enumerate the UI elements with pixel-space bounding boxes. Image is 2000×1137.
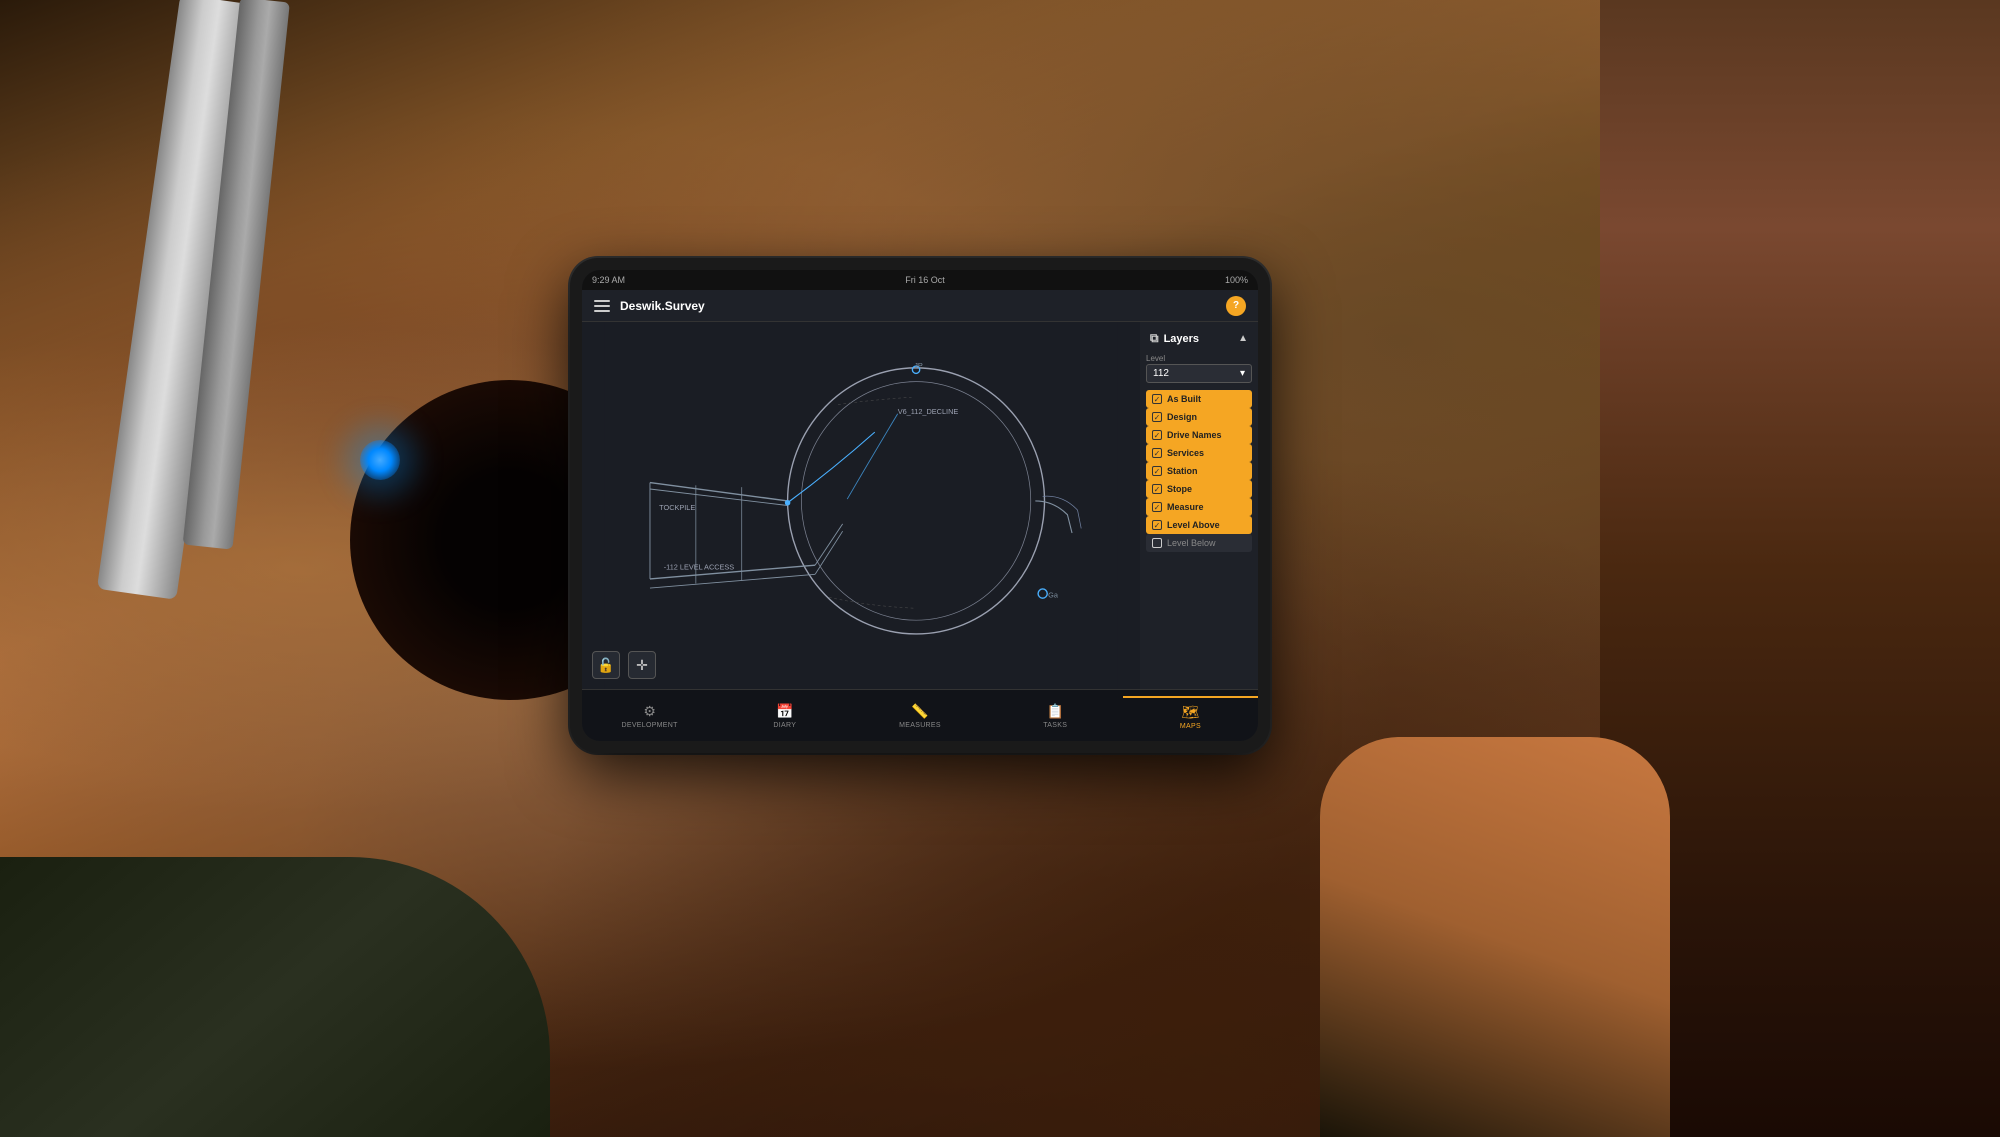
nav-item-development[interactable]: ⚙ DEVELOPMENT <box>582 696 717 736</box>
nav-item-diary[interactable]: 📅 DIARY <box>717 696 852 736</box>
nav-item-tasks[interactable]: 📋 TASKS <box>988 696 1123 736</box>
layer-checkbox-5: ✓ <box>1152 484 1162 494</box>
nav-icon-development: ⚙ <box>643 703 656 720</box>
nav-icon-measures: 📏 <box>911 703 928 720</box>
nav-label-tasks: TASKS <box>1043 722 1067 729</box>
layer-item-station[interactable]: ✓ Station <box>1146 462 1252 480</box>
access-label: -112 LEVEL ACCESS <box>664 563 735 572</box>
layer-name-3: Services <box>1167 448 1204 458</box>
layer-checkbox-7: ✓ <box>1152 520 1162 530</box>
layer-checkbox-6: ✓ <box>1152 502 1162 512</box>
layers-list: ✓ As Built ✓ Design ✓ Drive Names ✓ Serv… <box>1146 390 1252 552</box>
layers-title-container: ⧉ Layers <box>1150 331 1199 346</box>
nav-item-maps[interactable]: 🗺 MAPS <box>1123 696 1258 736</box>
level-select-dropdown[interactable]: 112 ▾ <box>1146 364 1252 383</box>
layer-item-as-built[interactable]: ✓ As Built <box>1146 390 1252 408</box>
app-title: Deswik.Survey <box>620 299 1226 313</box>
status-bar: 9:29 AM Fri 16 Oct 100% <box>582 270 1258 290</box>
jacket-left <box>0 857 550 1137</box>
tablet-device: 9:29 AM Fri 16 Oct 100% Deswik.Survey ? <box>570 258 1270 753</box>
level-label: Level <box>1146 354 1252 363</box>
layer-item-measure[interactable]: ✓ Measure <box>1146 498 1252 516</box>
nav-label-diary: DIARY <box>773 722 796 729</box>
tunnel-light <box>360 440 400 480</box>
layer-name-7: Level Above <box>1167 520 1220 530</box>
layer-name-5: Stope <box>1167 484 1192 494</box>
status-time: 9:29 AM <box>592 275 625 285</box>
layer-checkbox-3: ✓ <box>1152 448 1162 458</box>
lock-button[interactable]: 🔓 <box>592 651 620 679</box>
status-date: Fri 16 Oct <box>905 275 945 285</box>
layer-item-stope[interactable]: ✓ Stope <box>1146 480 1252 498</box>
stockpile-label: TOCKPILE <box>659 503 695 512</box>
layer-checkbox-0: ✓ <box>1152 394 1162 404</box>
layer-item-drive-names[interactable]: ✓ Drive Names <box>1146 426 1252 444</box>
help-button[interactable]: ? <box>1226 296 1246 316</box>
nav-label-maps: MAPS <box>1180 723 1201 730</box>
bottom-nav: ⚙ DEVELOPMENT 📅 DIARY 📏 MEASURES 📋 TASKS… <box>582 689 1258 741</box>
map-area[interactable]: Ga JP TOCKPILE V6_112_DECLINE -112 LEVEL… <box>582 322 1140 689</box>
layers-stack-icon: ⧉ <box>1150 331 1159 346</box>
layer-name-6: Measure <box>1167 502 1204 512</box>
layers-collapse-button[interactable]: ▲ <box>1238 333 1248 344</box>
map-svg: Ga JP TOCKPILE V6_112_DECLINE -112 LEVEL… <box>582 322 1140 689</box>
layer-checkbox-8 <box>1152 538 1162 548</box>
map-controls: 🔓 ✛ <box>592 651 656 679</box>
level-value: 112 <box>1153 368 1169 379</box>
app-header: Deswik.Survey ? <box>582 290 1258 322</box>
status-battery: 100% <box>1225 275 1248 285</box>
layer-name-2: Drive Names <box>1167 430 1222 440</box>
layer-checkbox-4: ✓ <box>1152 466 1162 476</box>
level-selector: Level 112 ▾ <box>1146 354 1252 383</box>
right-panel: ⧉ Layers ▲ Level 112 ▾ ✓ As <box>1140 322 1258 689</box>
layer-item-services[interactable]: ✓ Services <box>1146 444 1252 462</box>
tunnel-label: V6_112_DECLINE <box>898 407 959 416</box>
layer-name-0: As Built <box>1167 394 1201 404</box>
main-content: Ga JP TOCKPILE V6_112_DECLINE -112 LEVEL… <box>582 322 1258 689</box>
layer-name-1: Design <box>1167 412 1197 422</box>
nav-icon-maps: 🗺 <box>1182 704 1200 721</box>
svg-text:Ga: Ga <box>1048 590 1059 599</box>
hamburger-menu-button[interactable] <box>594 300 610 312</box>
move-button[interactable]: ✛ <box>628 651 656 679</box>
layer-checkbox-2: ✓ <box>1152 430 1162 440</box>
nav-icon-diary: 📅 <box>776 703 793 720</box>
nav-item-measures[interactable]: 📏 MEASURES <box>852 696 987 736</box>
tablet-screen: 9:29 AM Fri 16 Oct 100% Deswik.Survey ? <box>582 270 1258 741</box>
nav-label-measures: MEASURES <box>899 722 941 729</box>
svg-text:JP: JP <box>914 361 923 370</box>
nav-label-development: DEVELOPMENT <box>622 722 678 729</box>
layer-name-8: Level Below <box>1167 538 1216 548</box>
nav-icon-tasks: 📋 <box>1046 703 1063 720</box>
level-dropdown-arrow: ▾ <box>1240 368 1245 379</box>
layer-checkbox-1: ✓ <box>1152 412 1162 422</box>
layer-item-level-above[interactable]: ✓ Level Above <box>1146 516 1252 534</box>
hand-right <box>1320 737 1670 1137</box>
layer-item-level-below[interactable]: Level Below <box>1146 534 1252 552</box>
layer-name-4: Station <box>1167 466 1198 476</box>
layers-title-text: Layers <box>1164 333 1199 345</box>
layer-item-design[interactable]: ✓ Design <box>1146 408 1252 426</box>
layers-header: ⧉ Layers ▲ <box>1146 328 1252 349</box>
nav-items-container: ⚙ DEVELOPMENT 📅 DIARY 📏 MEASURES 📋 TASKS… <box>582 696 1258 736</box>
